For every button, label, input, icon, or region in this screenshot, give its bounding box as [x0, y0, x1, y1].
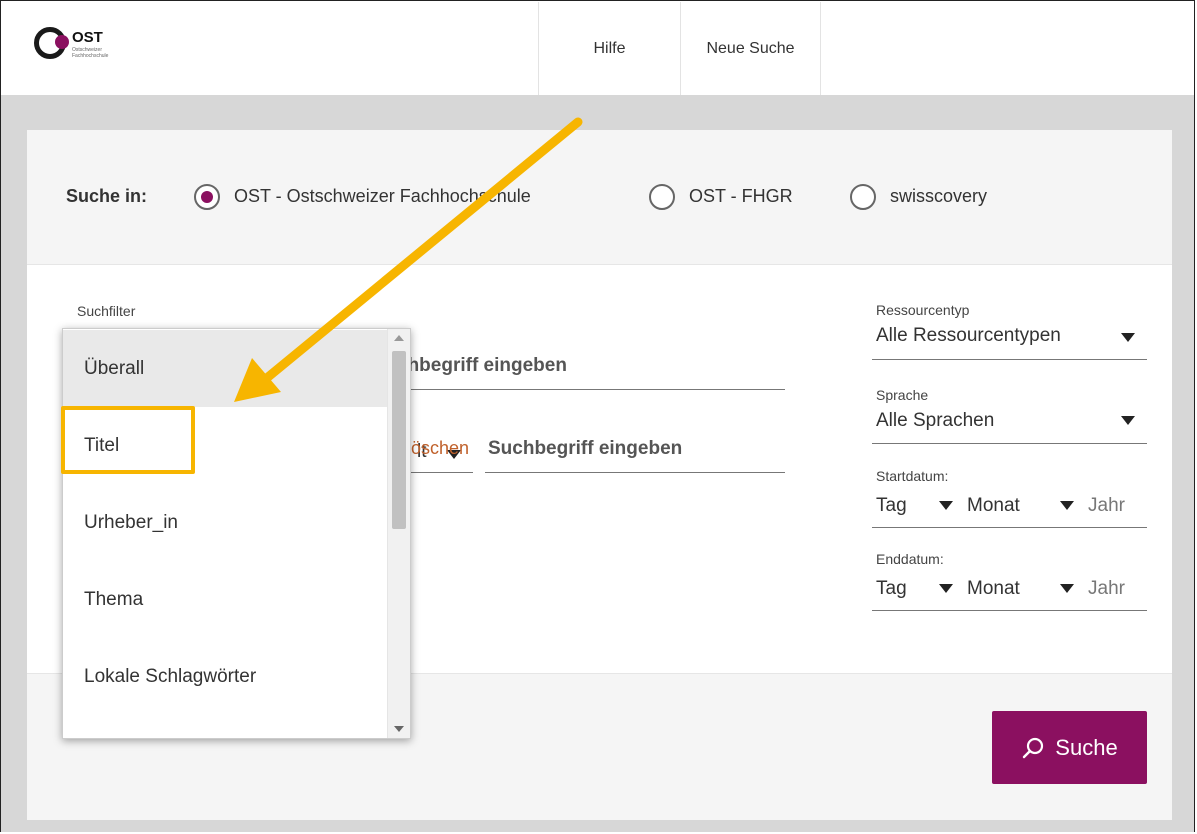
resource-type-select[interactable]: Alle Ressourcentypen — [872, 321, 1147, 360]
start-date-label: Startdatum: — [876, 468, 949, 484]
radio-ost[interactable] — [194, 184, 220, 210]
search-term-input-1[interactable]: chbegriff eingeben — [387, 352, 785, 390]
search-filter-dropdown[interactable]: Überall Titel Urheber_in Thema Lokale Sc… — [62, 328, 411, 739]
chevron-down-icon — [1060, 584, 1074, 593]
radio-swisscovery-label[interactable]: swisscovery — [890, 186, 987, 207]
radio-ost-fhgr[interactable] — [649, 184, 675, 210]
dropdown-scrollbar[interactable] — [387, 329, 410, 738]
radio-selected-dot — [201, 191, 213, 203]
scrollbar-thumb[interactable] — [392, 351, 406, 529]
delete-link[interactable]: Löschen — [401, 438, 469, 459]
scroll-down-icon[interactable] — [394, 726, 404, 732]
search-term-1-placeholder: chbegriff eingeben — [397, 355, 567, 376]
chevron-down-icon — [1121, 333, 1135, 342]
chevron-down-icon — [939, 501, 953, 510]
ost-logo[interactable]: OST Ostschweizer Fachhochschule — [34, 27, 144, 67]
end-year-input[interactable]: Jahr — [1088, 578, 1125, 600]
resource-type-value: Alle Ressourcentypen — [876, 325, 1061, 346]
chevron-down-icon — [939, 584, 953, 593]
end-day-select[interactable]: Tag — [876, 578, 907, 600]
nav-help-link[interactable]: Hilfe — [538, 2, 680, 95]
search-term-2-placeholder: Suchbegriff eingeben — [488, 438, 683, 459]
radio-ost-fhgr-label[interactable]: OST - FHGR — [689, 186, 793, 207]
radio-ost-label[interactable]: OST - Ostschweizer Fachhochschule — [234, 186, 531, 207]
chevron-down-icon — [1060, 501, 1074, 510]
scope-label: Suche in: — [66, 186, 148, 206]
start-month-select[interactable]: Monat — [967, 495, 1020, 517]
start-day-select[interactable]: Tag — [876, 495, 907, 517]
search-term-input-2[interactable]: Suchbegriff eingeben — [485, 435, 785, 473]
search-filter-label: Suchfilter — [77, 303, 136, 319]
end-date-fields: Tag Monat Jahr — [872, 570, 1147, 611]
dropdown-option-thema[interactable]: Thema — [63, 561, 387, 638]
language-value: Alle Sprachen — [876, 410, 995, 431]
dropdown-option-urheber[interactable]: Urheber_in — [63, 484, 387, 561]
radio-swisscovery[interactable] — [850, 184, 876, 210]
search-icon — [1023, 737, 1044, 758]
end-month-select[interactable]: Monat — [967, 578, 1020, 600]
dropdown-option-schlagwoerter[interactable]: Lokale Schlagwörter — [63, 638, 387, 715]
chevron-down-icon — [1121, 416, 1135, 425]
nav-new-search-link[interactable]: Neue Suche — [680, 2, 821, 95]
dropdown-option-titel[interactable]: Titel — [63, 407, 387, 484]
start-date-fields: Tag Monat Jahr — [872, 487, 1147, 528]
language-label: Sprache — [876, 387, 929, 403]
search-button-label: Suche — [1055, 734, 1118, 760]
search-scope-bar: Suche in: OST - Ostschweizer Fachhochsch… — [27, 130, 1172, 265]
logo-dot-icon — [55, 35, 69, 49]
scroll-up-icon[interactable] — [394, 335, 404, 341]
logo-subtitle: Ostschweizer Fachhochschule — [72, 47, 109, 59]
top-navigation-bar: OST Ostschweizer Fachhochschule Hilfe Ne… — [1, 1, 1194, 95]
resource-type-label: Ressourcentyp — [876, 302, 970, 318]
logo-text: OST — [72, 29, 103, 46]
dropdown-option-ueberall[interactable]: Überall — [63, 330, 387, 407]
language-select[interactable]: Alle Sprachen — [872, 406, 1147, 444]
end-date-label: Enddatum: — [876, 551, 944, 567]
search-button[interactable]: Suche — [992, 711, 1147, 784]
start-year-input[interactable]: Jahr — [1088, 495, 1125, 517]
